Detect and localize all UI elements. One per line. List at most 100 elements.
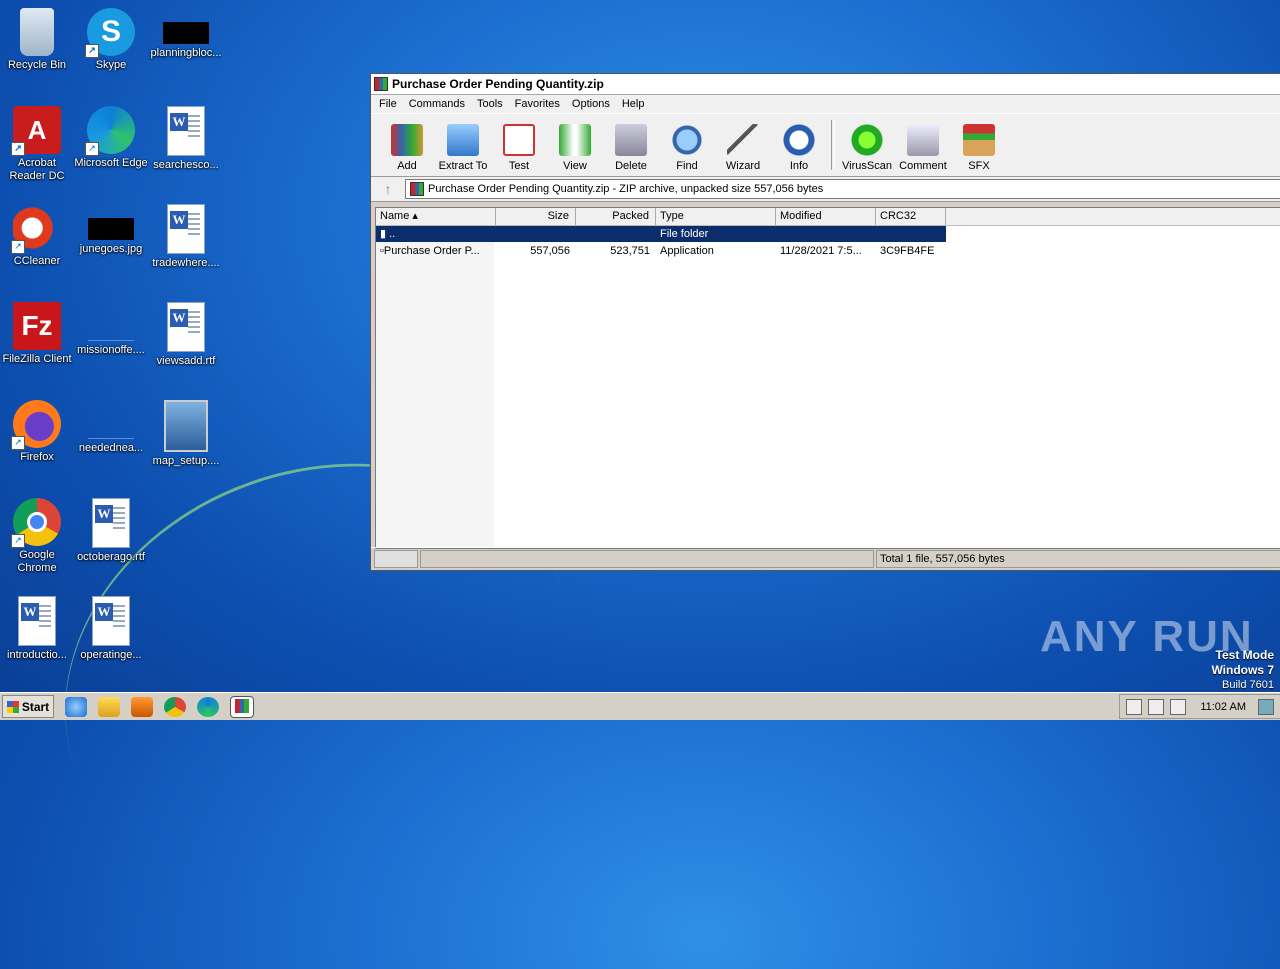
delete-button[interactable]: Delete	[603, 124, 659, 176]
word-doc-icon: W	[167, 204, 205, 254]
col-crc32[interactable]: CRC32	[876, 208, 946, 225]
col-modified[interactable]: Modified	[776, 208, 876, 225]
winrar-taskbar-button[interactable]	[230, 695, 254, 718]
drive-key-icon[interactable]	[374, 550, 418, 568]
desktop-icon-recycle-bin[interactable]: Recycle Bin	[0, 4, 74, 72]
firefox-icon: ↗	[11, 400, 61, 450]
icon-label: Recycle Bin	[7, 59, 67, 71]
show-desktop-icon[interactable]	[1258, 698, 1274, 715]
desktop-icon-junegoes[interactable]: junegoes.jpg	[74, 200, 148, 256]
info-button[interactable]: Info	[771, 124, 827, 176]
desktop-icon-tradewhere[interactable]: W tradewhere....	[149, 200, 223, 270]
comment-label: Comment	[899, 160, 947, 172]
col-packed[interactable]: Packed	[576, 208, 656, 225]
sfx-box-icon	[963, 124, 995, 156]
cell-type: File folder	[660, 228, 709, 240]
shortcut-arrow-icon: ↗	[85, 142, 99, 156]
wizard-button[interactable]: Wizard	[715, 124, 771, 176]
icon-label: Microsoft Edge	[74, 157, 148, 169]
info-icon	[783, 124, 815, 156]
menu-options[interactable]: Options	[566, 98, 616, 110]
file-list[interactable]: Name ▴ Size Packed Type Modified CRC32 ▮…	[375, 207, 1280, 549]
word-doc-icon: W	[92, 498, 130, 548]
build-line: Build 7601	[1222, 679, 1274, 691]
folder-up-icon: ▮	[380, 228, 387, 240]
icon-label: neededneа...	[78, 442, 144, 454]
flag-icon[interactable]	[1126, 698, 1143, 715]
path-field[interactable]: Purchase Order Pending Quantity.zip - ZI…	[405, 179, 1280, 199]
window-title: Purchase Order Pending Quantity.zip	[392, 77, 604, 91]
test-button[interactable]: Test	[491, 124, 547, 176]
col-type[interactable]: Type	[656, 208, 776, 225]
col-name[interactable]: Name ▴	[376, 208, 496, 225]
ie-icon[interactable]	[65, 696, 87, 717]
icon-label: Google Chrome	[17, 549, 57, 574]
path-text: Purchase Order Pending Quantity.zip - ZI…	[428, 183, 824, 195]
sfx-button[interactable]: SFX	[951, 124, 1007, 176]
zip-icon	[410, 182, 424, 196]
desktop-icon-searchesco[interactable]: W searchesco...	[149, 102, 223, 172]
window-titlebar[interactable]: Purchase Order Pending Quantity.zip	[371, 74, 1280, 95]
desktop-icon-neededne[interactable]: neededneа...	[74, 396, 148, 455]
desktop-icon-introductio[interactable]: W introductio...	[0, 592, 74, 662]
chrome-taskbar-icon[interactable]	[164, 696, 186, 717]
virusscan-label: VirusScan	[842, 160, 892, 172]
virusscan-button[interactable]: VirusScan	[839, 124, 895, 176]
desktop-icon-filezilla[interactable]: Fz FileZilla Client	[0, 298, 74, 366]
comment-button[interactable]: Comment	[895, 124, 951, 176]
image-file-icon	[88, 218, 134, 240]
desktop-icon-missionoffe[interactable]: missionoffe....	[74, 298, 148, 357]
system-tray: 11:02 AM	[1119, 694, 1280, 719]
extract-to-button[interactable]: Extract To	[435, 124, 491, 176]
media-player-icon[interactable]	[131, 696, 153, 717]
icon-label: CCleaner	[13, 255, 61, 267]
icon-label: planningbloc...	[150, 47, 222, 59]
desktop-icon-octoberago[interactable]: W octoberago.rtf	[74, 494, 148, 564]
view-button[interactable]: View	[547, 124, 603, 176]
menu-favorites[interactable]: Favorites	[509, 98, 566, 110]
desktop-icon-planningbloc[interactable]: planningbloc...	[149, 4, 223, 60]
icon-label: junegoes.jpg	[79, 243, 143, 255]
desktop-icon-acrobat[interactable]: A ↗ Acrobat Reader DC	[0, 102, 74, 183]
network-icon[interactable]	[1148, 698, 1165, 715]
menu-file[interactable]: File	[373, 98, 403, 110]
desktop-icon-skype[interactable]: S ↗ Skype	[74, 4, 148, 72]
explorer-folder-icon[interactable]	[98, 696, 120, 717]
taskbar: Start 11:02 AM	[0, 692, 1280, 720]
menu-help[interactable]: Help	[616, 98, 651, 110]
acrobat-icon: A ↗	[11, 106, 61, 156]
name-column-shade	[376, 226, 494, 548]
shortcut-arrow-icon: ↗	[11, 534, 25, 548]
skype-icon: S ↗	[85, 8, 135, 58]
up-arrow-icon[interactable]: ↑	[371, 181, 405, 197]
desktop-icon-ccleaner[interactable]: ↗ CCleaner	[0, 200, 74, 268]
desktop-icon-chrome[interactable]: ↗ Google Chrome	[0, 494, 74, 575]
edge-taskbar-icon[interactable]	[197, 696, 219, 717]
clock[interactable]: 11:02 AM	[1200, 701, 1246, 713]
icon-label: searchesco...	[153, 159, 219, 171]
icon-label: introductio...	[7, 649, 67, 661]
icon-label: viewsadd.rtf	[156, 355, 216, 367]
status-text: Total 1 file, 557,056 bytes	[876, 550, 1280, 568]
desktop-icon-map-setup[interactable]: map_setup....	[149, 396, 223, 468]
word-doc-icon: W	[18, 596, 56, 646]
table-row-file[interactable]: ▫Purchase Order P... 557,056 523,751 App…	[376, 243, 946, 259]
desktop-icon-firefox[interactable]: ↗ Firefox	[0, 396, 74, 464]
menu-commands[interactable]: Commands	[403, 98, 471, 110]
start-button[interactable]: Start	[2, 695, 54, 718]
col-size[interactable]: Size	[496, 208, 576, 225]
archive-add-icon	[391, 124, 423, 156]
table-row-parent[interactable]: ▮ .. File folder	[376, 226, 946, 242]
menu-tools[interactable]: Tools	[471, 98, 509, 110]
desktop-icon-operatinge[interactable]: W operatinge...	[74, 592, 148, 662]
winrar-window[interactable]: Purchase Order Pending Quantity.zip File…	[370, 73, 1280, 571]
desktop-icon-edge[interactable]: ↗ Microsoft Edge	[74, 102, 148, 170]
trash-icon	[615, 124, 647, 156]
add-button[interactable]: Add	[379, 124, 435, 176]
find-label: Find	[676, 160, 698, 172]
address-bar: ↑ Purchase Order Pending Quantity.zip - …	[371, 177, 1280, 202]
cell-packed	[576, 226, 656, 242]
speaker-icon[interactable]	[1170, 698, 1187, 715]
desktop-icon-viewsadd[interactable]: W viewsadd.rtf	[149, 298, 223, 368]
find-button[interactable]: Find	[659, 124, 715, 176]
